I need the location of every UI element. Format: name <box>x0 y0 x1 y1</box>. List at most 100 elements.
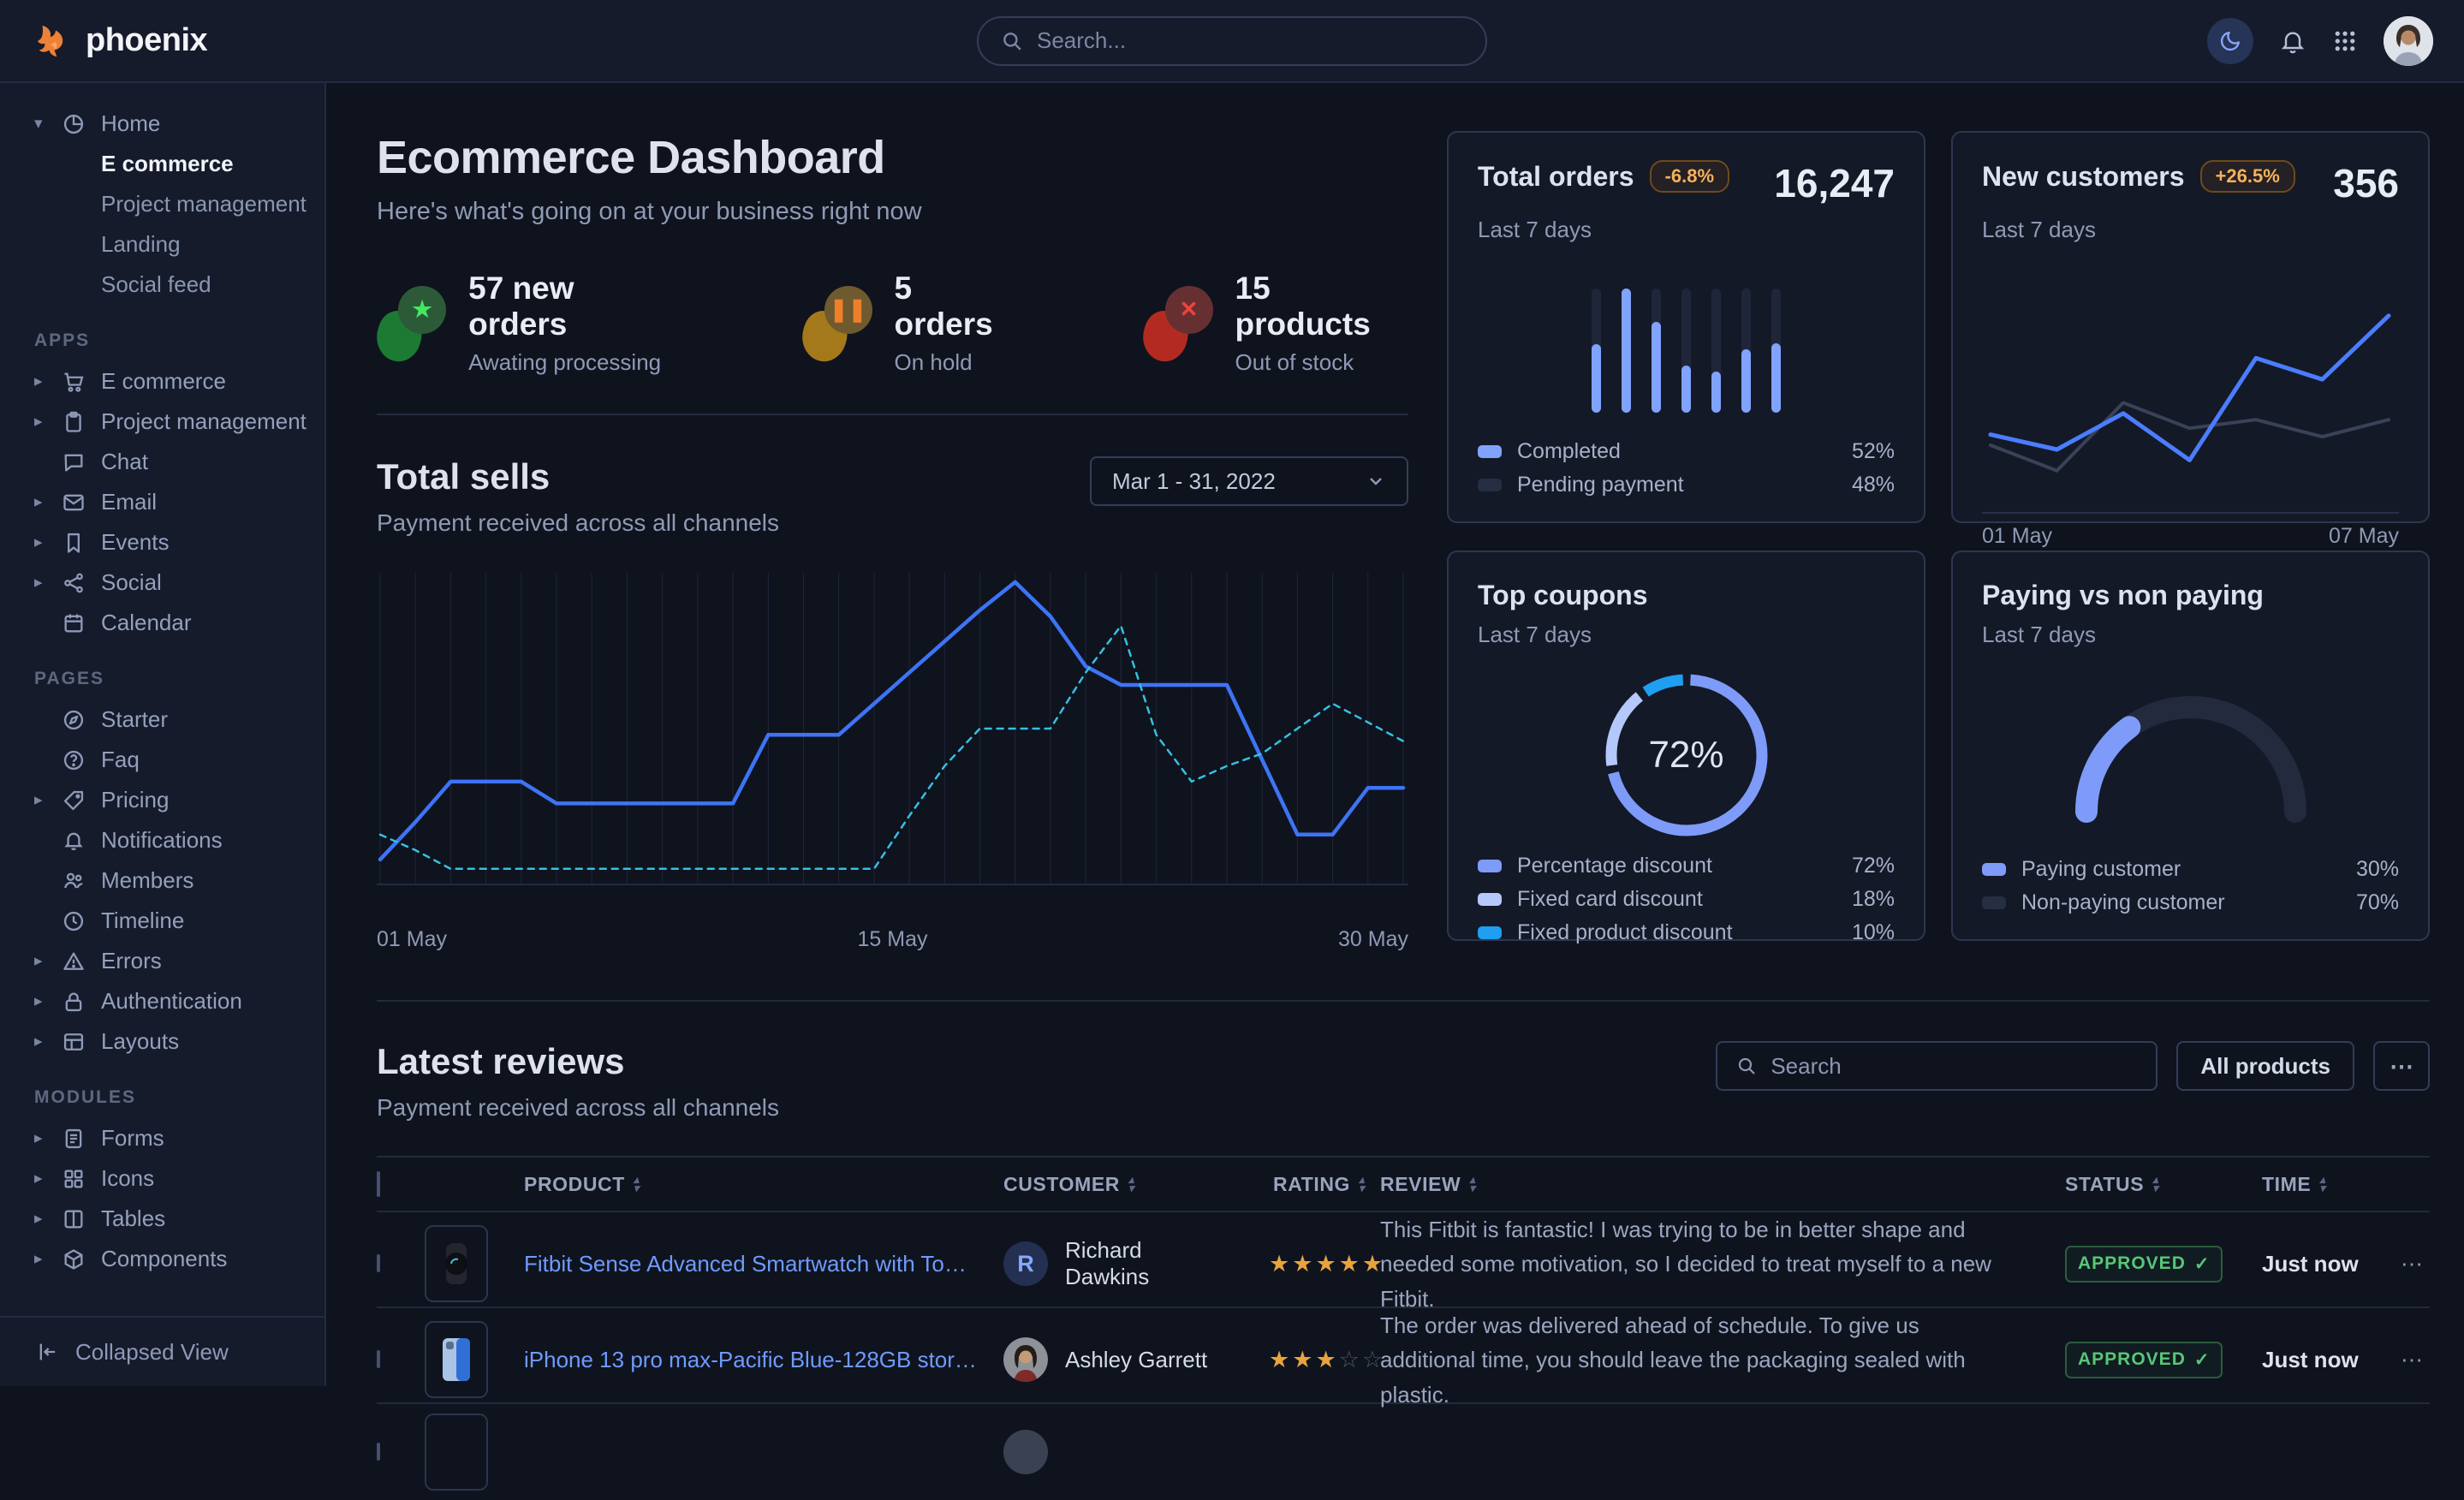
sidebar-item-label: Forms <box>101 1125 164 1152</box>
notifications-bell-icon[interactable] <box>2279 27 2306 55</box>
chevron-right-icon: ▸ <box>34 412 62 432</box>
star-filled-icon: ★ <box>1339 1251 1360 1277</box>
column-header-time[interactable]: TIME▴▾ <box>2262 1173 2373 1196</box>
x-tick: 30 May <box>1338 927 1408 952</box>
sidebar-item-email[interactable]: ▸ Email <box>34 482 311 522</box>
sidebar-item-layouts[interactable]: ▸ Layouts <box>34 1021 311 1062</box>
card-period: Last 7 days <box>1982 622 2399 648</box>
customer-avatar: R <box>1003 1241 1048 1286</box>
chevron-down-icon <box>1366 471 1386 491</box>
sidebar-item-events[interactable]: ▸ Events <box>34 522 311 562</box>
stat-orders-on-hold: ❚❚ 5 orders On hold <box>802 271 1015 376</box>
sidebar-item-notifications[interactable]: Notifications <box>34 820 311 860</box>
column-header-review[interactable]: REVIEW▴▾ <box>1380 1173 2065 1196</box>
bar-track <box>1592 289 1601 413</box>
reviews-search-input[interactable] <box>1771 1053 2137 1080</box>
row-checkbox[interactable] <box>377 1254 380 1272</box>
sidebar-item-errors[interactable]: ▸ Errors <box>34 941 311 981</box>
user-avatar[interactable] <box>2384 16 2433 66</box>
sidebar-item-timeline[interactable]: Timeline <box>34 901 311 941</box>
chevron-right-icon: ▸ <box>34 1169 62 1188</box>
column-header-status[interactable]: STATUS▴▾ <box>2065 1173 2262 1196</box>
theme-toggle-moon-icon[interactable] <box>2207 18 2253 64</box>
sidebar-item-pricing[interactable]: ▸ Pricing <box>34 780 311 820</box>
status-badge: APPROVED✓ <box>2065 1342 2223 1378</box>
customer-avatar <box>1003 1337 1048 1382</box>
row-checkbox[interactable] <box>377 1350 380 1368</box>
product-thumbnail[interactable] <box>425 1414 488 1491</box>
bell-icon <box>62 829 101 853</box>
sidebar-item-chat[interactable]: Chat <box>34 442 311 482</box>
sidebar-item-ecommerce-app[interactable]: ▸ E commerce <box>34 361 311 402</box>
more-options-button[interactable]: ⋯ <box>2373 1041 2430 1091</box>
sidebar-item-faq[interactable]: Faq <box>34 740 311 780</box>
page-subtitle: Here's what's going on at your business … <box>377 198 1408 226</box>
reviews-search[interactable] <box>1716 1041 2157 1091</box>
quick-stats: ★ 57 new orders Awating processing ❚❚ 5 … <box>377 271 1408 376</box>
collapse-sidebar-button[interactable]: Collapsed View <box>0 1316 324 1386</box>
total-sells-subtitle: Payment received across all channels <box>377 509 779 537</box>
sidebar-item-label: E commerce <box>101 368 226 395</box>
sidebar-item-home[interactable]: ▾ Home <box>34 104 311 144</box>
sidebar-item-members[interactable]: Members <box>34 860 311 901</box>
table-row: iPhone 13 pro max-Pacific Blue-128GB sto… <box>377 1308 2430 1404</box>
sidebar-item-project-management-app[interactable]: ▸ Project management <box>34 402 311 442</box>
sidebar-item-landing[interactable]: Landing <box>34 224 311 265</box>
pie-chart-icon <box>62 112 101 136</box>
sidebar-item-label: Starter <box>101 706 168 733</box>
card-period: Last 7 days <box>1982 217 2399 243</box>
sidebar-item-social-feed[interactable]: Social feed <box>34 265 311 305</box>
cube-icon <box>62 1247 101 1271</box>
column-header-customer[interactable]: CUSTOMER▴▾ <box>1003 1173 1217 1196</box>
select-all-checkbox[interactable] <box>377 1171 380 1197</box>
legend-item: Percentage discount72% <box>1478 854 1895 878</box>
bar-track <box>1711 289 1721 413</box>
total-sells-chart: 01 May 15 May 30 May <box>377 566 1408 952</box>
sidebar-item-icons[interactable]: ▸ Icons <box>34 1158 311 1199</box>
product-thumbnail[interactable] <box>425 1225 488 1302</box>
donut-center-label: 72% <box>1595 664 1778 847</box>
stat-value: 15 products <box>1235 271 1408 342</box>
sidebar-item-calendar[interactable]: Calendar <box>34 603 311 643</box>
sidebar-item-tables[interactable]: ▸ Tables <box>34 1199 311 1239</box>
column-header-rating[interactable]: RATING▴▾ <box>1217 1173 1380 1196</box>
legend-item: Paying customer30% <box>1982 857 2399 882</box>
row-menu-button[interactable]: ⋯ <box>2373 1251 2430 1277</box>
customer-cell[interactable]: Ashley Garrett <box>1003 1337 1217 1382</box>
x-badge-icon: ✕ <box>1143 286 1212 361</box>
sidebar-item-forms[interactable]: ▸ Forms <box>34 1118 311 1158</box>
apps-grid-icon[interactable] <box>2332 28 2358 54</box>
row-checkbox[interactable] <box>377 1443 380 1461</box>
legend-swatch <box>1982 863 2006 876</box>
legend-swatch <box>1478 445 1502 458</box>
sort-icon: ▴▾ <box>2152 1176 2158 1193</box>
brand-logo[interactable]: phoenix <box>34 21 207 61</box>
star-filled-icon: ★ <box>1315 1251 1336 1277</box>
date-range-select[interactable]: Mar 1 - 31, 2022 <box>1090 456 1408 506</box>
sidebar-item-ecommerce-dashboard[interactable]: E commerce <box>34 144 311 184</box>
sidebar-item-social[interactable]: ▸ Social <box>34 562 311 603</box>
sidebar-section-apps: APPS <box>34 330 311 351</box>
global-search[interactable] <box>977 16 1487 66</box>
product-link[interactable]: Fitbit Sense Advanced Smartwatch with To… <box>524 1251 1003 1277</box>
customer-cell[interactable]: R Richard Dawkins <box>1003 1237 1217 1290</box>
check-icon: ✓ <box>2194 1253 2211 1275</box>
legend-swatch <box>1478 479 1502 491</box>
collapse-arrow-icon <box>36 1340 60 1364</box>
table-row: Fitbit Sense Advanced Smartwatch with To… <box>377 1212 2430 1308</box>
brand-name: phoenix <box>86 22 207 59</box>
paying-gauge-chart <box>2050 679 2332 833</box>
star-filled-icon: ★ <box>1292 1251 1312 1277</box>
sidebar-item-project-management-dashboard[interactable]: Project management <box>34 184 311 224</box>
product-link[interactable]: iPhone 13 pro max-Pacific Blue-128GB sto… <box>524 1347 1003 1373</box>
product-thumbnail[interactable] <box>425 1321 488 1398</box>
column-header-product[interactable]: PRODUCT▴▾ <box>524 1173 1003 1196</box>
chevron-right-icon: ▸ <box>34 1249 62 1269</box>
all-products-button[interactable]: All products <box>2176 1041 2354 1091</box>
sidebar-item-components[interactable]: ▸ Components <box>34 1239 311 1279</box>
search-input[interactable] <box>1037 27 1463 54</box>
chevron-right-icon: ▸ <box>34 533 62 552</box>
sidebar-item-starter[interactable]: Starter <box>34 699 311 740</box>
sidebar-item-authentication[interactable]: ▸ Authentication <box>34 981 311 1021</box>
row-menu-button[interactable]: ⋯ <box>2373 1347 2430 1373</box>
